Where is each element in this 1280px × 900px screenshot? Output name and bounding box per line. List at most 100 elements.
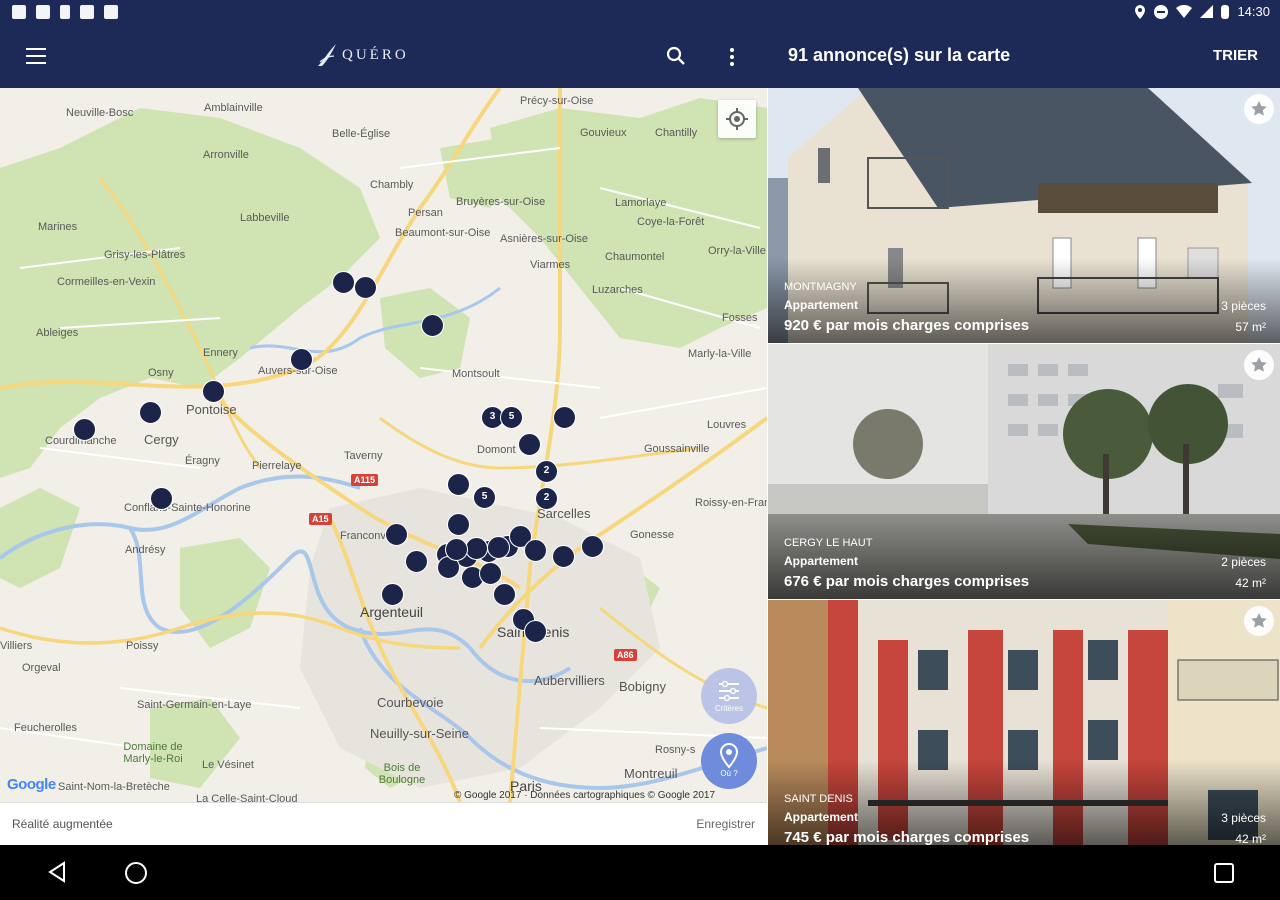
map-pin-icon <box>719 742 739 769</box>
listing-price: 920 € par mois charges comprises <box>784 317 1030 334</box>
listing-marker[interactable] <box>381 583 404 606</box>
map-bottom-bar: Réalité augmentée Enregistrer <box>0 802 767 845</box>
star-icon <box>1251 101 1267 116</box>
place-label: Osny <box>148 367 174 379</box>
place-label: Pierrelaye <box>252 460 302 472</box>
listing-marker[interactable] <box>405 550 428 573</box>
listing-card[interactable]: CERGY LE HAUT Appartement 676 € par mois… <box>768 344 1280 599</box>
place-label: Marly-la-Ville <box>688 348 752 360</box>
notification-icons <box>12 5 118 19</box>
place-label: Amblainville <box>204 102 263 114</box>
listing-area: 57 m² <box>1235 320 1266 334</box>
listing-marker[interactable] <box>421 314 444 337</box>
clock: 14:30 <box>1237 4 1270 19</box>
listing-card[interactable]: MONTMAGNY Appartement 920 € par mois cha… <box>768 88 1280 343</box>
search-icon[interactable] <box>666 46 686 66</box>
place-label: Argenteuil <box>360 604 424 620</box>
listing-marker[interactable] <box>150 487 173 510</box>
listing-city: MONTMAGNY <box>784 281 857 293</box>
listing-marker[interactable] <box>581 535 604 558</box>
back-icon[interactable] <box>46 861 68 883</box>
listing-rooms: 2 pièces <box>1221 555 1266 569</box>
map-view[interactable]: Amblainville Neuville-Bosc Précy-sur-Ois… <box>0 88 767 802</box>
do-not-disturb-icon <box>1154 4 1169 19</box>
favorite-button[interactable] <box>1244 606 1274 636</box>
overflow-menu-icon[interactable] <box>726 46 738 66</box>
listing-marker[interactable] <box>465 537 488 560</box>
star-icon <box>1251 357 1267 372</box>
favorite-button[interactable] <box>1244 94 1274 124</box>
listing-marker[interactable]: 5 <box>473 486 496 509</box>
save-search-link[interactable]: Enregistrer <box>696 817 755 831</box>
place-label: Pontoise <box>186 402 237 417</box>
listing-marker[interactable] <box>524 539 547 562</box>
system-icons: 14:30 <box>1134 4 1270 19</box>
place-label: Bruyères-sur-Oise <box>456 196 546 208</box>
place-label: Saint-Germain-en-Laye <box>137 699 252 711</box>
place-label: Beaumont-sur-Oise <box>395 227 491 239</box>
listing-type: Appartement <box>784 810 859 824</box>
map-copyright[interactable]: © Google 2017 · Données cartographiques … <box>454 790 715 801</box>
listing-marker[interactable]: 5 <box>500 406 523 429</box>
listing-marker[interactable] <box>202 380 225 403</box>
recent-apps-icon[interactable] <box>1213 862 1235 884</box>
screenshot-icon <box>12 5 26 19</box>
place-label: Orry-la-Ville <box>708 245 766 257</box>
listing-marker[interactable] <box>493 583 516 606</box>
place-label: Montsoult <box>452 368 500 380</box>
listing-rooms: 3 pièces <box>1221 811 1266 825</box>
place-label: Roissy-en-France <box>695 497 767 509</box>
listing-marker[interactable] <box>139 401 162 424</box>
crosshair-icon <box>726 108 748 130</box>
place-label: Le Vésinet <box>202 759 254 771</box>
place-label: Courbevoie <box>377 695 444 710</box>
favorite-button[interactable] <box>1244 350 1274 380</box>
listing-price: 745 € par mois charges comprises <box>784 829 1030 845</box>
listing-list[interactable]: MONTMAGNY Appartement 920 € par mois cha… <box>767 88 1280 845</box>
google-logo-text: Google <box>7 776 56 793</box>
listing-type: Appartement <box>784 554 859 568</box>
place-label: Montreuil <box>624 766 678 781</box>
wifi-icon <box>1176 5 1193 18</box>
home-icon[interactable] <box>124 861 148 885</box>
augmented-reality-link[interactable]: Réalité augmentée <box>12 817 113 831</box>
status-bar: 14:30 <box>0 0 1280 26</box>
listing-marker[interactable] <box>332 271 355 294</box>
sd-card-icon <box>80 5 94 19</box>
criteria-button[interactable]: Critères <box>701 668 757 724</box>
place-label: Domaine de Marly-le-Roi <box>123 741 183 765</box>
listing-marker[interactable] <box>479 562 502 585</box>
place-label: Chantilly <box>655 127 698 139</box>
listing-marker[interactable] <box>73 418 96 441</box>
my-location-button[interactable] <box>718 100 756 138</box>
place-label: Neuilly-sur-Seine <box>370 726 469 741</box>
place-label: Cormeilles-en-Vexin <box>57 276 156 288</box>
listing-marker[interactable]: 2 <box>535 487 558 510</box>
listing-marker[interactable] <box>487 536 510 559</box>
place-label: Louvres <box>707 419 747 431</box>
sort-button[interactable]: TRIER <box>1213 47 1258 64</box>
place-label: Viarmes <box>530 259 571 271</box>
listing-marker[interactable] <box>290 348 313 371</box>
menu-icon[interactable] <box>26 48 46 64</box>
listing-marker[interactable] <box>518 433 541 456</box>
listing-marker[interactable] <box>447 513 470 536</box>
place-label: Lamorlaye <box>615 197 667 209</box>
listing-card[interactable]: SAINT DENIS Appartement 745 € par mois c… <box>768 600 1280 845</box>
place-label: Arronville <box>203 149 249 161</box>
gallery-icon <box>104 5 118 19</box>
place-label: Saint-Nom-la-Bretèche <box>58 781 170 793</box>
place-label: Précy-sur-Oise <box>520 95 594 107</box>
place-label: Orgeval <box>22 662 61 674</box>
listing-marker[interactable]: 2 <box>535 460 558 483</box>
app-bar: QUÉRO 91 annonce(s) sur la carte TRIER <box>0 26 1280 88</box>
listing-marker[interactable] <box>447 473 470 496</box>
filter-sliders-icon <box>719 680 739 702</box>
listing-marker[interactable] <box>524 620 547 643</box>
where-button[interactable]: Où ? <box>701 733 757 789</box>
listing-marker[interactable] <box>354 276 377 299</box>
listing-marker[interactable] <box>445 538 468 561</box>
listing-marker[interactable] <box>552 545 575 568</box>
listing-marker[interactable] <box>385 523 408 546</box>
listing-marker[interactable] <box>553 406 576 429</box>
